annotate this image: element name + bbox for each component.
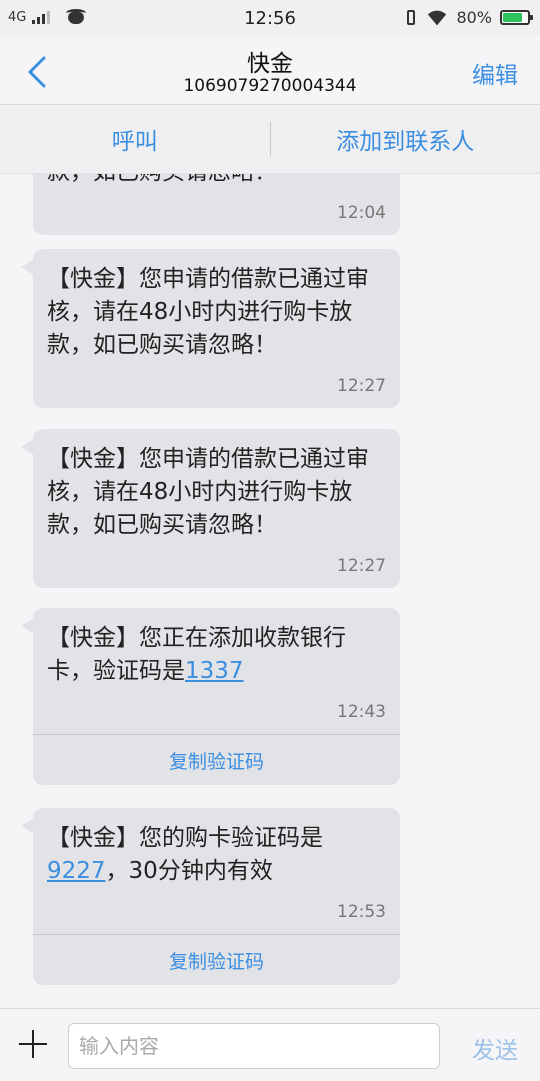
bubble-tail <box>21 818 34 834</box>
message-text: 【快金】您申请的借款已通过审核，请在48小时内进行购卡放款，如已购买请忽略！ <box>33 249 400 362</box>
message-time: 12:27 <box>33 362 400 408</box>
status-right: 80% <box>404 8 530 27</box>
copy-code-button[interactable]: 复制验证码 <box>33 734 400 785</box>
contact-number: 1069079270004344 <box>0 76 540 96</box>
message-bubble[interactable]: 【快金】您申请的借款已通过审核，请在48小时内进行购卡放款，如已购买请忽略！ 1… <box>33 429 400 588</box>
message-input[interactable] <box>68 1023 440 1069</box>
battery-level-fill <box>503 13 522 22</box>
message-list[interactable]: 款，如已购买请忽略！ 12:04 【快金】您申请的借款已通过审核，请在48小时内… <box>0 174 540 1007</box>
add-to-contacts-button[interactable]: 添加到联系人 <box>271 105 540 173</box>
message-text: 【快金】您的购卡验证码是 9227，30分钟内有效 <box>33 808 400 888</box>
battery-icon <box>500 10 530 25</box>
contact-name: 快金 <box>0 44 540 78</box>
message-text: 款，如已购买请忽略！ <box>33 174 400 189</box>
message-bubble[interactable]: 【快金】您的购卡验证码是 9227，30分钟内有效 12:53 复制验证码 <box>33 808 400 985</box>
send-button[interactable]: 发送 <box>472 1031 518 1065</box>
message-time: 12:27 <box>33 542 400 588</box>
verification-code-link[interactable]: 9227 <box>47 858 106 884</box>
message-bubble[interactable]: 款，如已购买请忽略！ 12:04 <box>33 174 400 235</box>
bubble-tail <box>21 618 34 634</box>
edit-button[interactable]: 编辑 <box>472 56 518 90</box>
vibrate-icon <box>404 9 418 27</box>
message-text: 【快金】您正在添加收款银行卡，验证码是1337 <box>33 608 400 688</box>
action-bar: 呼叫 添加到联系人 <box>0 105 540 174</box>
status-bar: 4G 12:56 80% <box>0 0 540 36</box>
plus-icon[interactable] <box>16 1027 50 1061</box>
copy-code-button[interactable]: 复制验证码 <box>33 934 400 985</box>
call-button[interactable]: 呼叫 <box>0 105 270 173</box>
verification-code-link[interactable]: 1337 <box>185 658 244 684</box>
message-bubble[interactable]: 【快金】您正在添加收款银行卡，验证码是1337 12:43 复制验证码 <box>33 608 400 785</box>
message-bubble[interactable]: 【快金】您申请的借款已通过审核，请在48小时内进行购卡放款，如已购买请忽略！ 1… <box>33 249 400 408</box>
compose-bar: 发送 <box>0 1008 540 1081</box>
message-text-before: 【快金】您的购卡验证码是 <box>47 825 323 851</box>
message-time: 12:04 <box>33 189 400 235</box>
message-time: 12:43 <box>33 688 400 734</box>
conversation-header: 快金 1069079270004344 编辑 <box>0 36 540 105</box>
battery-percent: 80% <box>456 8 492 27</box>
bubble-tail <box>21 259 34 275</box>
bubble-tail <box>21 439 34 455</box>
message-time: 12:53 <box>33 888 400 934</box>
wifi-icon <box>426 9 448 27</box>
message-text-after: ，30分钟内有效 <box>106 858 273 884</box>
message-text: 【快金】您申请的借款已通过审核，请在48小时内进行购卡放款，如已购买请忽略！ <box>33 429 400 542</box>
